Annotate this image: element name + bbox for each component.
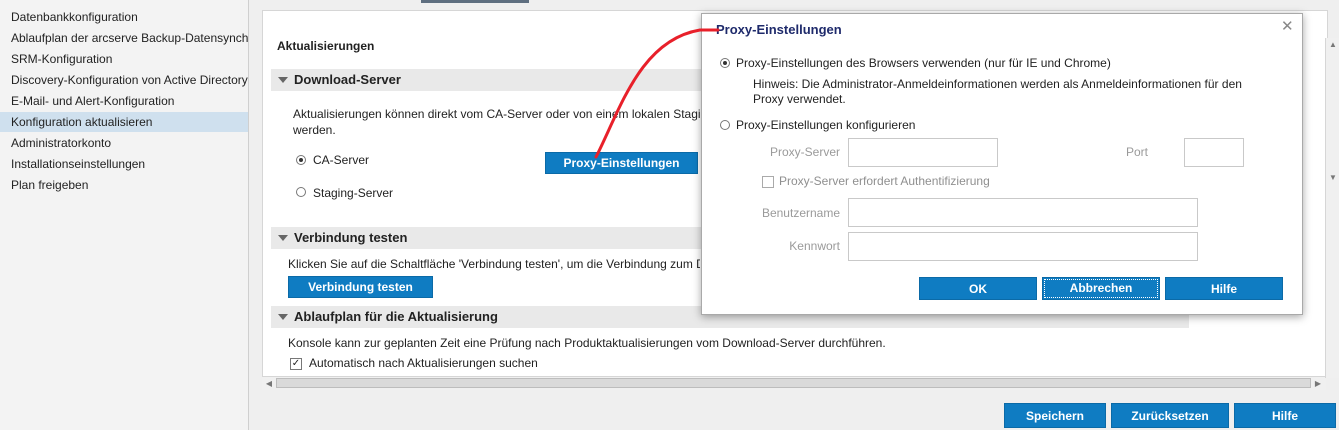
radio-ca-server[interactable] (296, 155, 306, 165)
port-label: Port (1125, 145, 1148, 159)
proxy-settings-button[interactable]: Proxy-Einstellungen (545, 152, 698, 174)
horizontal-scrollbar[interactable]: ◀ ▶ (262, 376, 1326, 390)
auto-check-updates-label: Automatisch nach Aktualisierungen suchen (309, 356, 538, 370)
radio-ca-server-label: CA-Server (313, 153, 370, 167)
port-input[interactable] (1184, 138, 1244, 167)
hint-line1: Hinweis: Die Administrator-Anmeldeinform… (753, 77, 1242, 91)
radio-configure-proxy[interactable] (720, 120, 730, 130)
vertical-scrollbar[interactable]: ▲ ▼ (1325, 38, 1339, 378)
sidebar-item-datenbankkonfiguration[interactable]: Datenbankkonfiguration (0, 7, 248, 27)
password-label: Kennwort (789, 239, 840, 253)
username-label: Benutzername (761, 206, 840, 220)
schedule-description: Konsole kann zur geplanten Zeit eine Prü… (288, 336, 886, 350)
ok-button[interactable]: OK (919, 277, 1037, 300)
radio-browser-proxy[interactable] (720, 58, 730, 68)
password-input[interactable] (848, 232, 1198, 261)
section-download-server-label: Download-Server (294, 72, 401, 87)
scroll-up-icon[interactable]: ▲ (1326, 39, 1339, 51)
collapse-triangle-icon (278, 76, 288, 83)
dialog-help-button[interactable]: Hilfe (1165, 277, 1283, 300)
sidebar-item-konfiguration-aktualisieren[interactable]: Konfiguration aktualisieren (0, 112, 248, 132)
reset-button[interactable]: Zurücksetzen (1111, 403, 1229, 428)
proxy-server-label: Proxy-Server (769, 145, 840, 159)
sidebar-item-email-alert[interactable]: E-Mail- und Alert-Konfiguration (0, 91, 248, 111)
active-tab-indicator (421, 0, 529, 3)
test-connection-button[interactable]: Verbindung testen (288, 276, 433, 298)
help-button[interactable]: Hilfe (1234, 403, 1336, 428)
download-description-line1: Aktualisierungen können direkt vom CA-Se… (293, 107, 713, 121)
dialog-title: Proxy-Einstellungen (716, 22, 842, 37)
radio-configure-proxy-label: Proxy-Einstellungen konfigurieren (736, 118, 916, 132)
proxy-server-input[interactable] (848, 138, 998, 167)
username-input[interactable] (848, 198, 1198, 227)
collapse-triangle-icon (278, 313, 288, 320)
sidebar-item-plan-freigeben[interactable]: Plan freigeben (0, 175, 248, 195)
page-title: Aktualisierungen (277, 39, 375, 53)
section-ablaufplan-label: Ablaufplan für die Aktualisierung (294, 309, 498, 324)
radio-staging-server[interactable] (296, 187, 306, 197)
collapse-triangle-icon (278, 234, 288, 241)
test-description: Klicken Sie auf die Schaltfläche 'Verbin… (288, 257, 700, 271)
section-verbindung-testen-label: Verbindung testen (294, 230, 408, 245)
radio-staging-server-label: Staging-Server (313, 186, 394, 200)
proxy-auth-checkbox[interactable] (762, 176, 774, 188)
proxy-auth-label: Proxy-Server erfordert Authentifizierung (779, 174, 990, 188)
sidebar-item-administratorkonto[interactable]: Administratorkonto (0, 133, 248, 153)
auto-check-updates-checkbox[interactable]: ✓ (290, 358, 302, 370)
horizontal-scroll-thumb[interactable] (276, 378, 1311, 388)
sidebar-item-installationseinstellungen[interactable]: Installationseinstellungen (0, 154, 248, 174)
hint-line2: Proxy verwendet. (753, 92, 846, 106)
scroll-left-icon[interactable]: ◀ (263, 378, 275, 389)
sidebar-item-ablaufplan-datensync[interactable]: Ablaufplan der arcserve Backup-Datensync… (0, 28, 248, 48)
cancel-button[interactable]: Abbrechen (1042, 277, 1160, 300)
sidebar: Datenbankkonfiguration Ablaufplan der ar… (0, 0, 249, 430)
scroll-down-icon[interactable]: ▼ (1326, 172, 1339, 184)
radio-browser-proxy-label: Proxy-Einstellungen des Browsers verwend… (736, 56, 1111, 70)
save-button[interactable]: Speichern (1004, 403, 1106, 428)
sidebar-item-srm-konfiguration[interactable]: SRM-Konfiguration (0, 49, 248, 69)
sidebar-item-discovery-konfiguration[interactable]: Discovery-Konfiguration von Active Direc… (0, 70, 248, 90)
download-description-line2: werden. (293, 123, 336, 137)
scroll-right-icon[interactable]: ▶ (1312, 378, 1324, 389)
close-icon[interactable]: ✕ (1281, 17, 1294, 35)
